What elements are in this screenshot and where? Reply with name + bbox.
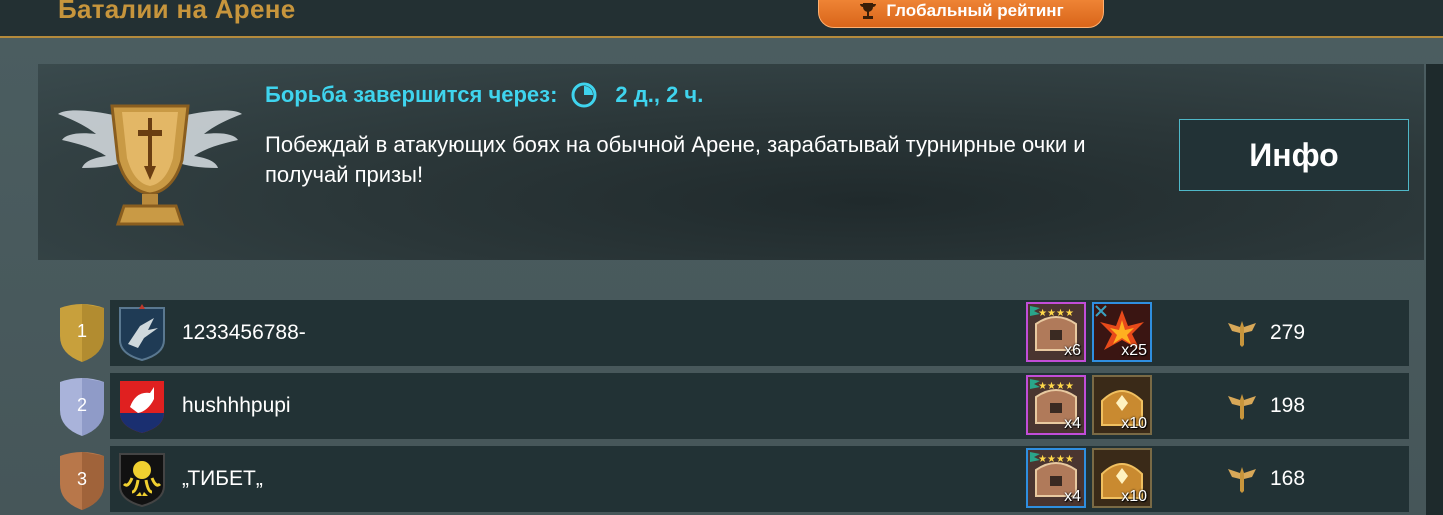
reward-count: x10 — [1121, 415, 1147, 432]
player-points: 168 — [1270, 467, 1306, 490]
rank-number: 1 — [76, 320, 87, 341]
leaderboard-row[interactable]: hushhhpupi ★★★★ x4 x10 198 — [110, 373, 1409, 439]
reward-blue-chest[interactable]: ★★★★ x4 — [1026, 448, 1086, 508]
player-name: hushhhpupi — [182, 394, 291, 417]
leaderboard-row[interactable]: 1233456788- ★★★★ x6 x25 279 — [110, 300, 1409, 366]
player-name: „ТИБЕТ„ — [182, 467, 263, 490]
timer-clock-icon — [571, 82, 597, 108]
timer-label: Борьба завершится через: — [265, 82, 558, 107]
timer-value: 2 д., 2 ч. — [615, 82, 704, 107]
player-points: 198 — [1270, 394, 1306, 417]
rank-number: 3 — [76, 468, 87, 489]
trophy-icon — [860, 3, 877, 19]
leaderboard-row[interactable]: „ТИБЕТ„ ★★★★ x4 x10 168 — [110, 446, 1409, 512]
winged-trophy-icon — [58, 104, 242, 226]
svg-text:★★★★: ★★★★ — [1038, 381, 1074, 392]
event-description: Побеждай в атакующих боях на обычной Аре… — [265, 132, 1086, 187]
points-wings-icon — [1228, 321, 1256, 347]
info-button[interactable]: Инфо — [1179, 119, 1409, 191]
svg-text:★★★★: ★★★★ — [1038, 308, 1074, 319]
page-title: Баталии на Арене — [58, 0, 296, 24]
timer-row: Борьба завершится через: 2 д., 2 ч. — [265, 82, 703, 108]
reward-red-shard[interactable]: x25 — [1092, 302, 1152, 362]
eagle-emblem-icon — [119, 304, 165, 362]
svg-text:★★★★: ★★★★ — [1038, 454, 1074, 465]
reward-count: x4 — [1064, 415, 1081, 432]
reward-gold-chest[interactable]: x10 — [1092, 448, 1152, 508]
rank-badge-gold: 1 — [58, 302, 106, 364]
crossed-swords-icon — [1095, 305, 1107, 317]
top-bar: Баталии на Арене Глобальный рейтинг — [0, 0, 1443, 38]
flag-mark-icon — [1030, 379, 1040, 389]
player-name: 1233456788- — [182, 321, 306, 344]
global-rating-button[interactable]: Глобальный рейтинг — [818, 0, 1104, 28]
points-wings-icon — [1228, 394, 1256, 420]
reward-gold-chest[interactable]: x10 — [1092, 375, 1152, 435]
reward-count: x4 — [1064, 488, 1081, 505]
reward-count: x6 — [1064, 342, 1081, 359]
reward-purple-chest[interactable]: ★★★★ x4 — [1026, 375, 1086, 435]
player-points: 279 — [1270, 321, 1306, 344]
rank-number: 2 — [76, 394, 87, 415]
flag-mark-icon — [1030, 306, 1040, 316]
scrollbar[interactable] — [1426, 64, 1443, 515]
octopus-emblem-icon — [119, 453, 165, 508]
reward-purple-chest[interactable]: ★★★★ x6 — [1026, 302, 1086, 362]
points-wings-icon — [1228, 467, 1256, 493]
global-rating-label: Глобальный рейтинг — [886, 1, 1064, 20]
reward-count: x25 — [1121, 342, 1147, 359]
flag-mark-icon — [1030, 452, 1040, 462]
rank-badge-bronze: 3 — [58, 450, 106, 512]
wolf-emblem-icon — [120, 381, 164, 433]
rank-badge-silver: 2 — [58, 376, 106, 438]
reward-count: x10 — [1121, 488, 1147, 505]
